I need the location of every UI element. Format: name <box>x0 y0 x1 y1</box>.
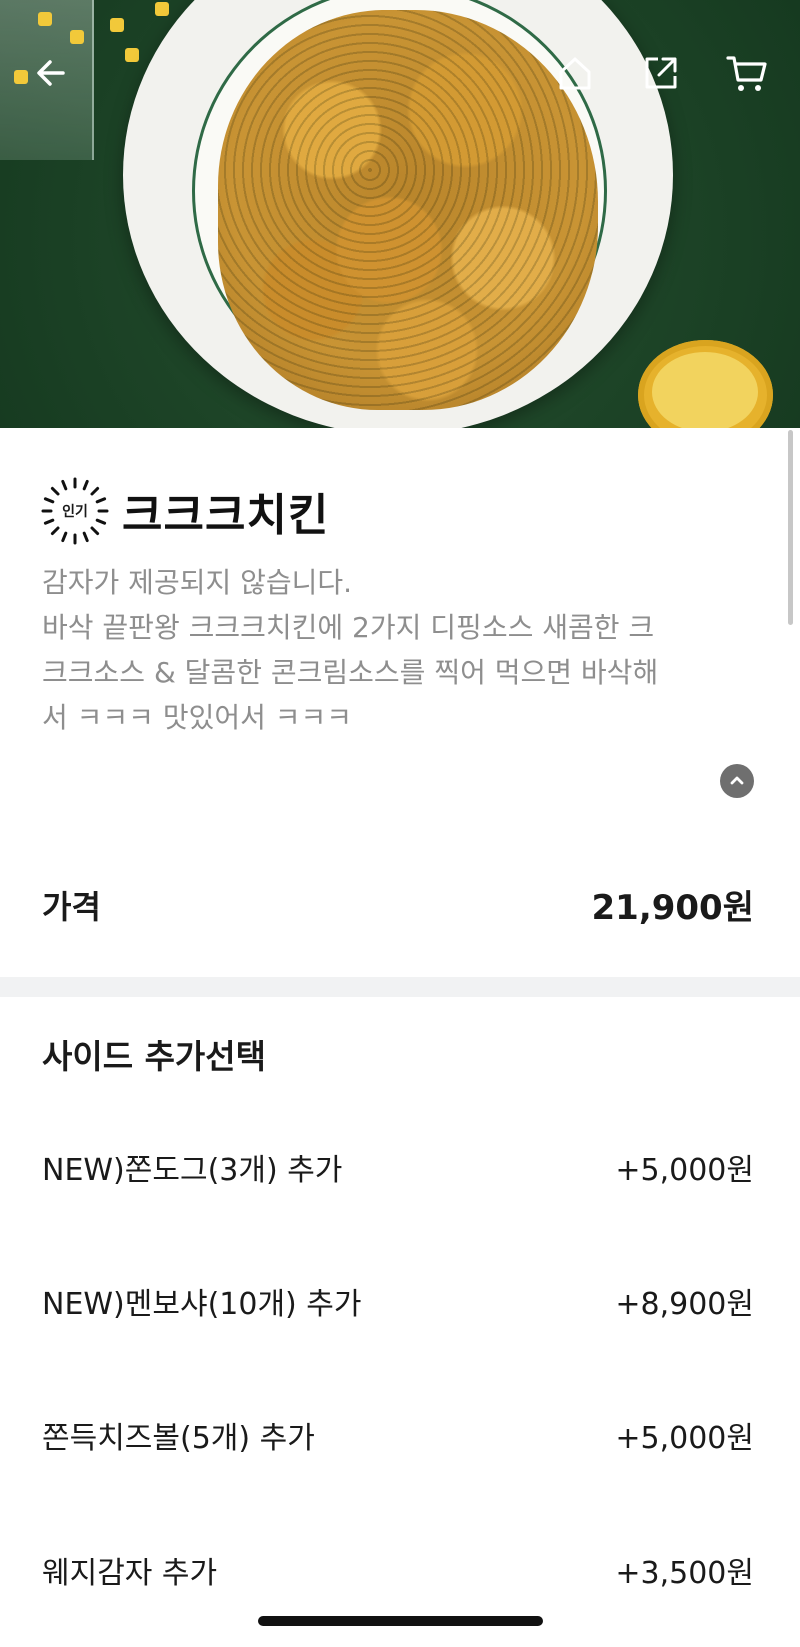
back-button[interactable] <box>26 48 76 98</box>
fried-chicken <box>218 10 598 410</box>
home-icon <box>559 57 591 90</box>
option-name: 웨지감자 추가 <box>42 1556 218 1591</box>
side-option-item[interactable]: NEW)쫀도그(3개) 추가 +5,000원 <box>42 1145 754 1189</box>
option-price: +8,900원 <box>615 1287 754 1322</box>
share-icon <box>645 57 677 89</box>
collapse-description-button[interactable] <box>720 764 754 798</box>
option-name: 쫀득치즈볼(5개) 추가 <box>42 1421 315 1456</box>
corn-kernel <box>38 12 52 26</box>
popular-badge: 인기 <box>40 476 110 546</box>
option-name: NEW)쫀도그(3개) 추가 <box>42 1153 343 1188</box>
side-option-item[interactable]: 웨지감자 추가 +3,500원 <box>42 1548 754 1592</box>
home-indicator <box>258 1616 543 1626</box>
side-option-item[interactable]: 쫀득치즈볼(5개) 추가 +5,000원 <box>42 1413 754 1457</box>
corn-kernel <box>70 30 84 44</box>
badge-label: 인기 <box>62 504 88 520</box>
price-label: 가격 <box>42 887 101 926</box>
menu-hero-image <box>0 0 800 428</box>
share-button[interactable] <box>636 48 686 98</box>
corn-kernel <box>155 2 169 16</box>
description-line: 바삭 끝판왕 크크크치킨에 2가지 디핑소스 새콤한 크 <box>42 611 655 644</box>
menu-description: 감자가 제공되지 않습니다. 바삭 끝판왕 크크크치킨에 2가지 디핑소스 새콤… <box>42 560 742 740</box>
arrow-left-icon <box>37 60 65 86</box>
description-line: 서 ㅋㅋㅋ 맛있어서 ㅋㅋㅋ <box>42 701 353 734</box>
corn-kernel <box>110 18 124 32</box>
option-price: +5,000원 <box>615 1421 754 1456</box>
cart-icon <box>726 56 767 91</box>
option-price: +3,500원 <box>615 1556 754 1591</box>
menu-title-row: 인기 크크크치킨 <box>40 476 329 546</box>
chevron-up-icon <box>730 776 744 785</box>
corn-cream-sauce <box>652 352 758 428</box>
option-name: NEW)멘보샤(10개) 추가 <box>42 1287 362 1322</box>
price-row: 가격 21,900원 <box>42 880 754 929</box>
price-value: 21,900원 <box>591 888 754 928</box>
option-price: +5,000원 <box>615 1153 754 1188</box>
side-options-title: 사이드 추가선택 <box>42 1037 267 1076</box>
cart-button[interactable] <box>722 48 772 98</box>
description-line: 크크소스 & 달콤한 콘크림소스를 찍어 먹으면 바삭해 <box>42 656 659 689</box>
scrollbar[interactable] <box>788 430 793 625</box>
description-line: 감자가 제공되지 않습니다. <box>42 566 353 599</box>
side-option-item[interactable]: NEW)멘보샤(10개) 추가 +8,900원 <box>42 1279 754 1323</box>
home-button[interactable] <box>550 48 600 98</box>
corn-kernel <box>125 48 139 62</box>
menu-title: 크크크치킨 <box>122 490 330 541</box>
section-divider <box>0 977 800 997</box>
